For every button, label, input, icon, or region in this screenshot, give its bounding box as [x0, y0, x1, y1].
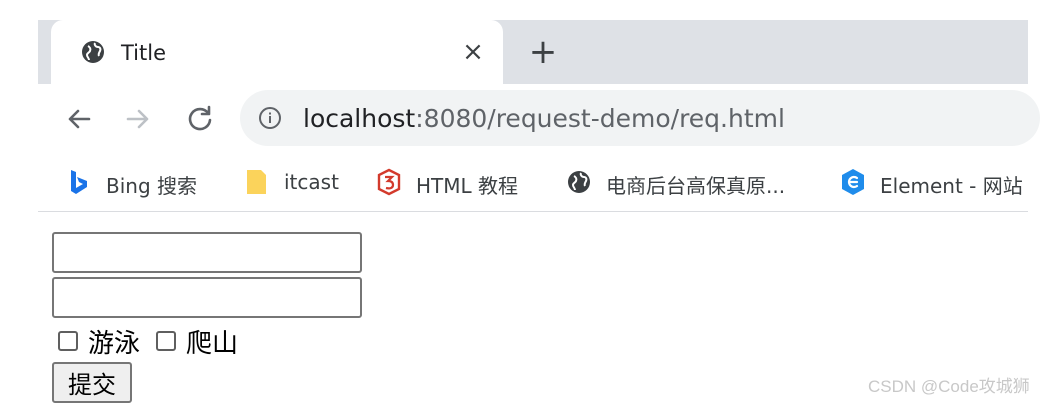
text-input-1[interactable]	[52, 232, 362, 273]
bookmark-label: 电商后台高保真原...	[606, 174, 786, 198]
folder-icon	[247, 170, 266, 194]
tab-active[interactable]: Title ×	[51, 20, 503, 86]
bookmark-label: Element - 网站	[880, 174, 1023, 198]
watermark-text: CSDN @Code攻城狮	[868, 377, 1030, 396]
bookmark-label: HTML 教程	[416, 174, 519, 198]
checkbox-climbing[interactable]	[156, 331, 177, 351]
checkbox-label-climbing: 爬山	[186, 328, 239, 359]
checkbox-swimming[interactable]	[58, 331, 78, 351]
bookmark-label: Bing 搜索	[106, 174, 198, 198]
globe-icon	[82, 41, 104, 63]
element-icon	[842, 169, 864, 195]
text-input-2[interactable]	[52, 277, 362, 318]
navigation-toolbar: localhost:8080/request-demo/req.html	[38, 84, 1040, 152]
close-icon[interactable]: ×	[459, 38, 487, 66]
globe-icon	[568, 171, 590, 193]
checkbox-label-swimming: 游泳	[88, 328, 141, 359]
url-host: localhost	[303, 104, 416, 133]
bookmark-element[interactable]: Element - 网站	[840, 168, 1028, 198]
tab-strip: Title × +	[38, 20, 1028, 86]
forward-arrow-icon[interactable]	[121, 102, 155, 136]
url-text[interactable]: localhost:8080/request-demo/req.html	[303, 104, 785, 133]
url-path: :8080/request-demo/req.html	[415, 104, 785, 133]
submit-button[interactable]: 提交	[52, 362, 132, 403]
bookmark-bing[interactable]: Bing 搜索	[66, 168, 216, 198]
bookmark-label: itcast	[284, 170, 339, 194]
reload-icon[interactable]	[183, 102, 217, 136]
tab-title: Title	[121, 41, 167, 65]
new-tab-button[interactable]: +	[526, 35, 560, 69]
bing-icon	[71, 170, 87, 194]
address-bar[interactable]: localhost:8080/request-demo/req.html	[240, 90, 1040, 146]
bookmarks-bar: Bing 搜索 itcast HTML 教程 电商后台高保真原... Eleme…	[38, 152, 1028, 212]
info-icon[interactable]	[258, 106, 282, 130]
bookmark-ecommerce[interactable]: 电商后台高保真原...	[566, 168, 821, 198]
bookmark-html-tutorial[interactable]: HTML 教程	[376, 168, 546, 198]
bookmark-itcast[interactable]: itcast	[244, 168, 354, 196]
back-arrow-icon[interactable]	[62, 102, 96, 136]
hobby-checkbox-row: 游泳 爬山	[58, 325, 254, 359]
browser-window: Title × + localhost:8080/request-demo/re…	[38, 20, 1040, 408]
runoob-icon	[377, 168, 401, 196]
